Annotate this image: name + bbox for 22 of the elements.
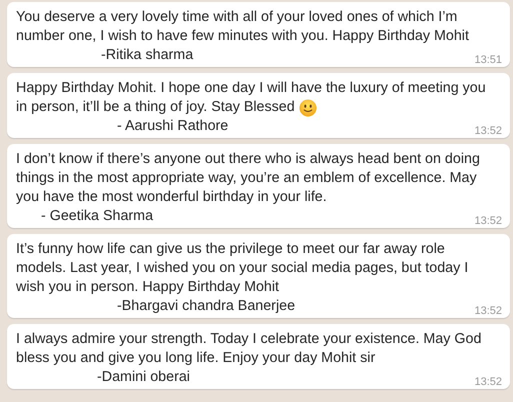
message-text: in person, it’ll be a thing of joy. Stay Blessed bbox=[16, 98, 295, 117]
message-text: number one, I wish to have few minutes with you. Happy Birthday Mohit bbox=[16, 27, 469, 46]
signature: -Ritika sharma bbox=[101, 46, 194, 65]
message-text: you have the most wonderful birthday in your life. bbox=[16, 188, 327, 207]
message-text: You deserve a very lovely time with all of your loved ones of which I’m bbox=[16, 8, 458, 27]
message-text: models. Last year, I wished you on your social media pages, but today I bbox=[16, 259, 468, 278]
message-time: 13:51 bbox=[474, 54, 502, 67]
message-text: I don’t know if there’s anyone out there who is always head bent on doing bbox=[16, 150, 480, 169]
message-text: I always admire your strength. Today I celebrate your existence. May God bbox=[16, 330, 482, 349]
signature: - Geetika Sharma bbox=[41, 207, 154, 226]
signature: - Aarushi Rathore bbox=[117, 117, 228, 136]
message-time: 13:52 bbox=[474, 125, 502, 138]
message-text: wish you in person. Happy Birthday Mohit bbox=[16, 278, 280, 297]
signature: -Damini oberai bbox=[97, 368, 190, 387]
message-text: things in the most appropriate way, you’re an emblem of excellence. May bbox=[16, 169, 477, 188]
signature: -Bhargavi chandra Banerjee bbox=[117, 297, 296, 316]
message-text: Happy Birthday Mohit. I hope one day I will have the luxury of meeting you bbox=[16, 79, 486, 98]
message-text: It’s funny how life can give us the privilege to meet our far away role bbox=[16, 240, 445, 259]
message-time: 13:52 bbox=[474, 305, 502, 318]
message-text: bless you and give you long life. Enjoy your day Mohit sir bbox=[16, 349, 376, 368]
message-time: 13:52 bbox=[474, 376, 502, 389]
message-time: 13:52 bbox=[474, 215, 502, 228]
